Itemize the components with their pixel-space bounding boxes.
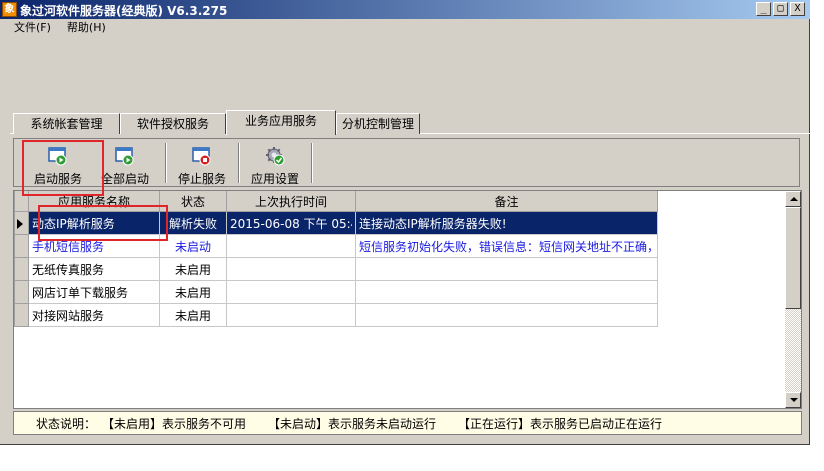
- row-indicator[interactable]: [14, 211, 29, 235]
- column-header[interactable]: 状态: [159, 191, 227, 212]
- title-bar[interactable]: 象 象过河软件服务器(经典版) V6.3.275 _ □ X: [0, 0, 810, 19]
- stop-service-button[interactable]: 停止服务: [171, 143, 233, 186]
- cell-name[interactable]: 无纸传真服务: [28, 257, 160, 281]
- stop-service-icon: [192, 147, 211, 166]
- cell-note[interactable]: [355, 280, 658, 304]
- table-row[interactable]: 无纸传真服务 未启用: [14, 257, 658, 281]
- tab-account-management[interactable]: 系统帐套管理: [13, 113, 120, 134]
- current-row-arrow-icon: [17, 218, 23, 229]
- chevron-up-icon: [790, 197, 798, 201]
- scroll-down-button[interactable]: [785, 392, 801, 408]
- status-legend-running: 【正在运行】表示服务已启动正在运行: [458, 416, 663, 431]
- menu-bar: 文件(F) 帮助(H): [0, 19, 114, 37]
- window-controls: _ □ X: [756, 2, 805, 16]
- status-legend-bar: 状态说明： 【未启用】表示服务不可用 【未启动】表示服务未启动运行 【正在运行】…: [13, 411, 802, 435]
- menu-help[interactable]: 帮助(H): [59, 19, 114, 37]
- row-indicator[interactable]: [14, 234, 29, 258]
- status-legend-disabled: 【未启用】表示服务不可用: [102, 416, 247, 431]
- column-header[interactable]: 应用服务名称: [28, 191, 160, 212]
- start-service-icon: [48, 147, 67, 166]
- cell-status[interactable]: 未启用: [159, 257, 227, 281]
- toolbar-divider: [238, 143, 240, 183]
- table-row[interactable]: 网店订单下载服务 未启用: [14, 280, 658, 304]
- cell-note[interactable]: 连接动态IP解析服务器失败!: [355, 211, 658, 235]
- cell-time[interactable]: [226, 234, 356, 258]
- cell-name[interactable]: 对接网站服务: [28, 303, 160, 327]
- toolbar-divider: [311, 143, 313, 183]
- toolbar: 启动服务 全部启动 停止服务 应用设置: [13, 138, 800, 187]
- tab-license-service[interactable]: 软件授权服务: [120, 113, 226, 134]
- header-corner: [14, 191, 29, 212]
- maximize-button[interactable]: □: [773, 2, 788, 16]
- app-logo-icon: 象: [2, 2, 17, 17]
- cell-status[interactable]: 解析失败: [159, 211, 227, 235]
- column-header[interactable]: 备注: [355, 191, 658, 212]
- cell-name[interactable]: 网店订单下载服务: [28, 280, 160, 304]
- tab-strip: 系统帐套管理 软件授权服务 业务应用服务 分机控制管理: [10, 110, 810, 135]
- cell-time-text: 2015-06-08 下午 05:45: [230, 216, 352, 231]
- gear-icon: [266, 147, 285, 166]
- cell-note-text: 短信服务初始化失败，错误信息：短信网关地址不正确，: [359, 239, 654, 254]
- cell-time[interactable]: 2015-06-08 下午 05:45: [226, 211, 356, 235]
- cell-note[interactable]: [355, 257, 658, 281]
- cell-status[interactable]: 未启动: [159, 234, 227, 258]
- table-row[interactable]: 动态IP解析服务 解析失败 2015-06-08 下午 05:45 连接动态IP…: [14, 211, 658, 235]
- scroll-up-button[interactable]: [785, 191, 801, 207]
- start-all-button[interactable]: 全部启动: [94, 143, 156, 186]
- scroll-thumb[interactable]: [785, 207, 801, 309]
- start-all-icon: [115, 147, 134, 166]
- cell-time[interactable]: [226, 280, 356, 304]
- cell-note[interactable]: 短信服务初始化失败，错误信息：短信网关地址不正确，: [355, 234, 658, 258]
- start-service-label: 启动服务: [33, 172, 82, 186]
- column-header[interactable]: 上次执行时间: [226, 191, 356, 212]
- chevron-down-icon: [790, 398, 798, 402]
- row-indicator[interactable]: [14, 280, 29, 304]
- cell-time[interactable]: [226, 303, 356, 327]
- menu-file[interactable]: 文件(F): [0, 19, 59, 37]
- cell-time[interactable]: [226, 257, 356, 281]
- start-all-label: 全部启动: [100, 172, 149, 186]
- vertical-scrollbar[interactable]: [785, 191, 801, 408]
- table-row[interactable]: 手机短信服务 未启动 短信服务初始化失败，错误信息：短信网关地址不正确，: [14, 234, 658, 258]
- start-service-button[interactable]: 启动服务: [27, 143, 89, 186]
- tab-business-services[interactable]: 业务应用服务: [226, 110, 336, 135]
- row-indicator[interactable]: [14, 303, 29, 327]
- toolbar-divider: [165, 143, 167, 183]
- row-indicator[interactable]: [14, 257, 29, 281]
- status-legend-label: 状态说明：: [36, 416, 97, 431]
- services-table: 应用服务名称 状态 上次执行时间 备注 动态IP解析服务 解析失败 2015-0…: [14, 191, 658, 327]
- minimize-button[interactable]: _: [756, 2, 771, 16]
- app-settings-button[interactable]: 应用设置: [244, 143, 306, 186]
- tab-extension-control[interactable]: 分机控制管理: [336, 113, 420, 134]
- cell-note[interactable]: [355, 303, 658, 327]
- grid-header: 应用服务名称 状态 上次执行时间 备注: [14, 191, 658, 212]
- services-grid: 应用服务名称 状态 上次执行时间 备注 动态IP解析服务 解析失败 2015-0…: [13, 190, 802, 409]
- app-settings-label: 应用设置: [250, 172, 299, 186]
- window-title: 象过河软件服务器(经典版) V6.3.275: [20, 4, 228, 18]
- cell-status[interactable]: 未启用: [159, 280, 227, 304]
- status-legend-not-started: 【未启动】表示服务未启动运行: [268, 416, 437, 431]
- cell-name[interactable]: 手机短信服务: [28, 234, 160, 258]
- stop-service-label: 停止服务: [177, 172, 226, 186]
- close-button[interactable]: X: [790, 2, 805, 16]
- table-row[interactable]: 对接网站服务 未启用: [14, 303, 658, 327]
- main-window: 象 象过河软件服务器(经典版) V6.3.275 _ □ X 文件(F) 帮助(…: [0, 0, 810, 445]
- cell-name[interactable]: 动态IP解析服务: [28, 211, 160, 235]
- cell-status[interactable]: 未启用: [159, 303, 227, 327]
